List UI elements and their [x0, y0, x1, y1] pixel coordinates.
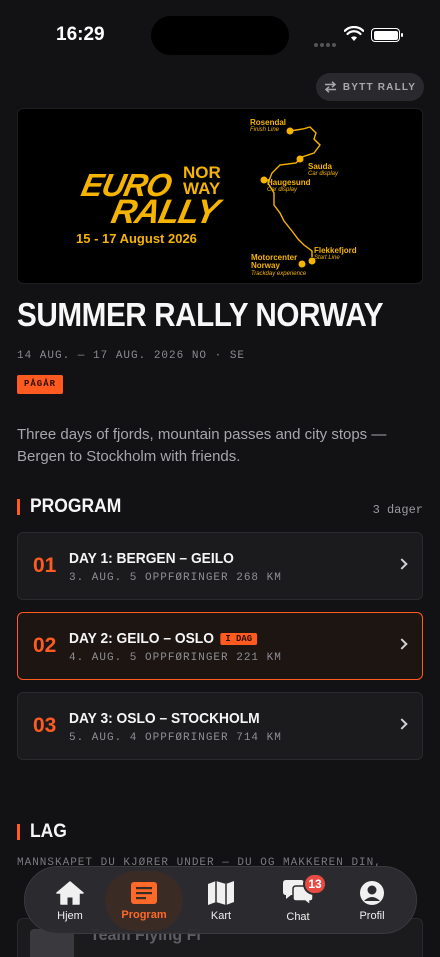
chevron-right-icon	[396, 638, 408, 650]
team-title: LAG	[30, 821, 67, 842]
program-header: PROGRAM	[17, 496, 129, 518]
home-icon	[56, 881, 84, 905]
profile-icon	[360, 881, 384, 905]
day-card-3[interactable]: 03 DAY 3: OSLO – STOCKHOLM 5. AUG. 4 OPP…	[17, 692, 423, 760]
section-accent-bar	[17, 499, 20, 515]
map-place: Sauda Car display	[308, 162, 339, 177]
signal-icon	[314, 34, 338, 52]
page-title: SUMMER RALLY NORWAY	[17, 296, 384, 333]
day-card-1[interactable]: 01 DAY 1: BERGEN – GEILO 3. AUG. 5 OPPFØ…	[17, 532, 423, 600]
day-number: 01	[33, 554, 57, 577]
section-accent-bar	[17, 824, 20, 840]
day-subtitle: 3. AUG. 5 OPPFØRINGER 268 KM	[69, 572, 282, 584]
tab-label: Profil	[359, 910, 385, 922]
tab-chat[interactable]: Chat 13	[259, 867, 337, 935]
chat-unread-badge: 13	[303, 873, 327, 895]
program-title: PROGRAM	[30, 496, 122, 517]
dynamic-island	[151, 16, 289, 55]
day-number: 03	[33, 714, 57, 737]
tab-label: Chat	[286, 911, 310, 923]
switch-rally-label: BYTT RALLY	[342, 81, 417, 93]
map-place: Haugesund Car display	[267, 178, 311, 193]
tab-bar: Hjem Program Kart Chat 13 Profil	[24, 866, 417, 934]
status-badge: PÅGÅR	[17, 375, 64, 394]
map-place: Rosendal Finish Line	[250, 118, 287, 133]
map-place: Motorcenter Norway Trackday experience	[251, 253, 307, 278]
status-time: 16:29	[56, 24, 105, 45]
swap-icon	[324, 81, 336, 93]
battery-icon	[371, 28, 403, 42]
day-title: DAY 3: OSLO – STOCKHOLM	[69, 710, 260, 727]
rally-meta: 14 AUG. — 17 AUG. 2026 NO · SE	[17, 350, 246, 362]
status-bar: 16:29	[0, 0, 440, 72]
switch-rally-button[interactable]: BYTT RALLY	[316, 73, 424, 101]
day-card-2[interactable]: 02 DAY 2: GEILO – OSLO I DAG 4. AUG. 5 OP…	[17, 612, 423, 680]
wifi-icon	[344, 26, 364, 41]
day-subtitle: 5. AUG. 4 OPPFØRINGER 714 KM	[69, 732, 282, 744]
chevron-right-icon	[396, 718, 408, 730]
day-number: 02	[33, 634, 57, 657]
tab-label: Kart	[210, 910, 232, 922]
tab-label: Program	[121, 909, 167, 921]
chevron-right-icon	[396, 558, 408, 570]
tab-map[interactable]: Kart	[182, 867, 260, 935]
program-icon	[131, 882, 157, 904]
tab-program[interactable]: Program	[105, 871, 183, 931]
day-title: DAY 1: BERGEN – GEILO	[69, 550, 234, 567]
banner-dates: 15 - 17 August 2026	[76, 231, 197, 246]
rally-banner: Rosendal Finish Line Sauda Car display Hau…	[17, 108, 423, 284]
map-icon	[208, 881, 234, 905]
logo-rally: RALLY	[108, 193, 222, 231]
tab-home[interactable]: Hjem	[31, 867, 109, 935]
rally-description: Three days of fjords, mountain passes an…	[17, 426, 387, 465]
map-place: Flekkefjord Start Line	[314, 246, 357, 261]
today-badge: I DAG	[219, 633, 257, 645]
team-header: LAG	[17, 821, 70, 843]
day-subtitle: 4. AUG. 5 OPPFØRINGER 221 KM	[69, 652, 282, 664]
program-count: 3 dager	[372, 503, 423, 517]
tab-profile[interactable]: Profil	[333, 867, 411, 935]
day-title: DAY 2: GEILO – OSLO I DAG	[69, 630, 257, 647]
tab-label: Hjem	[57, 910, 83, 922]
